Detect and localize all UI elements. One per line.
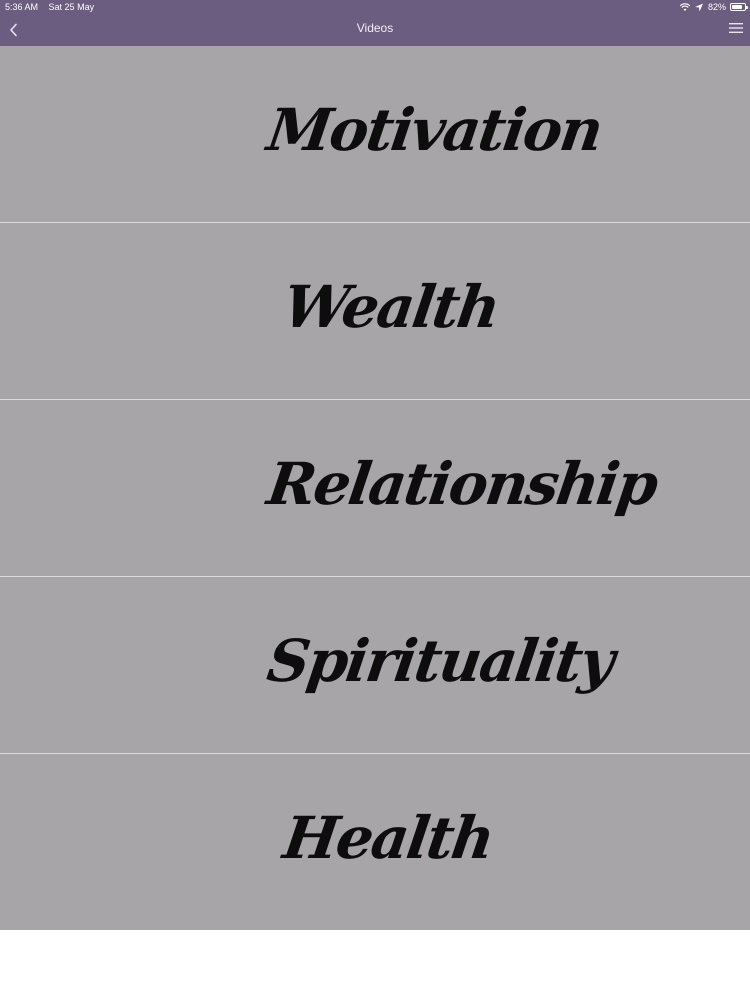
status-time: 5:36 AM — [5, 2, 39, 12]
battery-cap — [746, 6, 748, 9]
category-item-motivation[interactable]: Motivation — [0, 46, 750, 223]
category-label: Spirituality — [263, 627, 617, 695]
category-list: Motivation Wealth Relationship Spiritual… — [0, 46, 750, 930]
category-label: Motivation — [263, 96, 606, 164]
battery-fill — [732, 5, 742, 9]
category-label: Relationship — [263, 450, 661, 518]
status-bar: 5:36 AM Sat 25 May 82% — [0, 0, 750, 14]
category-item-relationship[interactable]: Relationship — [0, 400, 750, 577]
status-right: 82% — [679, 0, 748, 14]
category-item-spirituality[interactable]: Spirituality — [0, 577, 750, 754]
category-item-health[interactable]: Health — [0, 754, 750, 931]
app-header: 5:36 AM Sat 25 May 82% Videos — [0, 0, 750, 46]
battery-percent: 82% — [707, 2, 726, 12]
menu-button[interactable] — [728, 20, 744, 36]
nav-bar: Videos — [0, 14, 750, 46]
category-label: Wealth — [279, 273, 503, 341]
status-date: Sat 25 May — [48, 2, 95, 12]
location-arrow-icon — [695, 3, 703, 11]
category-item-wealth[interactable]: Wealth — [0, 223, 750, 400]
status-left: 5:36 AM Sat 25 May — [5, 0, 94, 14]
hamburger-menu-icon — [729, 23, 743, 33]
wifi-icon — [679, 2, 690, 11]
battery-icon — [730, 3, 748, 11]
category-label: Health — [279, 804, 498, 872]
page-title: Videos — [356, 21, 394, 35]
